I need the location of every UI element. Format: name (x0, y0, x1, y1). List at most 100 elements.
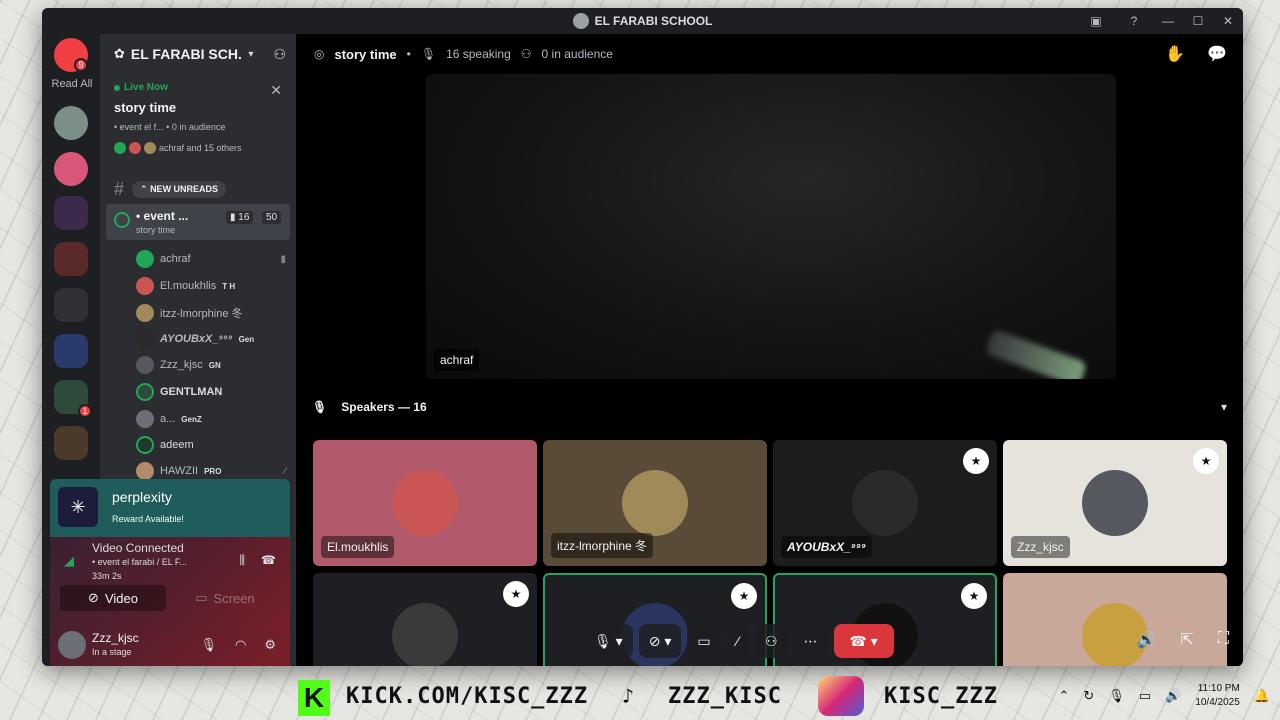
member-itzz-lmorphine[interactable]: itzz-lmorphine 冬 (136, 302, 286, 324)
voice-connected-panel: ◢ Video Connected • event el farabi / EL… (50, 537, 290, 631)
member-ayoubxx[interactable]: AYOUBxX_⁹⁹⁹ Gen (136, 328, 286, 350)
channel-name: • event ... (136, 209, 189, 223)
screen-share-button[interactable]: ▭ Screen (172, 585, 278, 611)
instagram-handle: KISC_ZZZ (884, 684, 998, 709)
live-now-label: Live Now (114, 82, 168, 93)
perplexity-title: perplexity (112, 489, 172, 505)
active-stage-channel[interactable]: • event ... story time ▮ 16 50 (106, 204, 290, 240)
camera-toggle[interactable]: ⊘ ▾ (638, 624, 682, 658)
gear-icon[interactable]: ⚙ (264, 637, 276, 653)
avatar (136, 410, 154, 428)
maximize-button[interactable]: ☐ (1183, 8, 1213, 34)
mic-icon[interactable]: 🎙 (1108, 688, 1125, 704)
disconnect-icon[interactable]: ☎ (261, 553, 276, 568)
close-icon[interactable]: ✕ (270, 82, 282, 99)
server-header[interactable]: ✿ EL FARABI SCH... ▾ ⚇ (100, 34, 296, 74)
server-icon-pink[interactable] (54, 152, 88, 186)
tiktok-icon: ♪ (622, 684, 636, 708)
volume-icon[interactable]: 🔊 (1136, 630, 1156, 650)
headphones-icon[interactable]: ◠ (235, 637, 246, 653)
inbox-icon[interactable]: ▣ (1077, 8, 1115, 34)
more-options-icon[interactable]: ⋯ (793, 624, 828, 658)
tiktok-handle: ZZZ_KISC (668, 684, 782, 709)
volume-icon[interactable]: 🔊 (1165, 688, 1181, 704)
member-gentlman[interactable]: GENTLMAN (136, 381, 286, 403)
minimize-button[interactable]: — (1153, 8, 1183, 34)
noise-suppression-icon[interactable]: ⫼ (240, 553, 246, 568)
chevron-up-icon[interactable]: ⌃ (1059, 688, 1070, 704)
popout-icon[interactable]: ⇱ (1180, 630, 1193, 650)
server-folder-6[interactable] (54, 426, 88, 460)
audience-count: 0 in audience (541, 47, 613, 61)
notification-icon[interactable]: 🔔 (1254, 688, 1270, 704)
member-achraf[interactable]: achraf ▮ (136, 248, 286, 270)
server-folder-1[interactable] (54, 196, 88, 230)
avatar (136, 277, 154, 295)
member-adeem[interactable]: adeem (136, 434, 286, 456)
avatar (136, 356, 154, 374)
tile-name: El.moukhlis (321, 536, 395, 558)
video-button[interactable]: ⊘ Video (60, 585, 166, 611)
server-folder-2[interactable] (54, 242, 88, 276)
live-meta: • event el f... • 0 in audience (114, 122, 226, 132)
avatar (136, 330, 154, 348)
voice-channel[interactable]: • event el farabi / EL F... (92, 557, 187, 567)
microphone-icon[interactable]: 🎙 (200, 637, 217, 653)
speaker-tile[interactable]: El.moukhlis (313, 440, 537, 566)
member-el-moukhlis[interactable]: El.moukhlis T H (136, 275, 286, 297)
tile-name: Zzz_kjsc (1011, 536, 1070, 558)
stage-title: story time (334, 46, 397, 62)
live-stage-card[interactable]: Live Now ✕ story time • event el f... • … (106, 76, 290, 172)
activities-icon[interactable]: ⁄ (726, 624, 749, 658)
member-a[interactable]: a... GenZ (136, 408, 286, 430)
video-count: ▮ 16 (226, 211, 254, 224)
signal-icon[interactable]: ◢ (64, 553, 74, 569)
server-folder-4[interactable] (54, 334, 88, 368)
avatar[interactable] (58, 631, 86, 659)
kick-logo-icon: K (298, 680, 330, 716)
screen-share-button[interactable]: ▭ (687, 624, 721, 658)
live-dot-icon (114, 84, 120, 91)
perplexity-reward-banner[interactable]: ✳ perplexity Reward Available! (50, 479, 290, 537)
user-name[interactable]: Zzz_kjsc (92, 631, 139, 645)
perplexity-logo-icon: ✳ (58, 487, 98, 527)
server-folder-3[interactable] (54, 288, 88, 322)
speaker-tile[interactable]: itzz-lmorphine 冬 (543, 440, 767, 566)
mic-icon: 🎙 (312, 400, 328, 414)
featured-video[interactable]: achraf (426, 74, 1116, 379)
kick-handle: KICK.COM/KISC_ZZZ (346, 684, 589, 709)
chat-icon[interactable]: 💬 (1207, 44, 1227, 64)
stage-icon (114, 212, 130, 228)
network-icon[interactable]: ▭ (1139, 688, 1151, 704)
close-button[interactable]: ✕ (1213, 8, 1243, 34)
speaker-tile[interactable] (1003, 573, 1227, 666)
help-icon[interactable]: ? (1115, 8, 1153, 34)
voice-status[interactable]: Video Connected (92, 541, 184, 555)
live-people: achraf and 15 others (114, 142, 242, 154)
avatar (136, 250, 154, 268)
clock[interactable]: 11:10 PM 10/4/2025 (1195, 682, 1240, 710)
avatar (622, 470, 688, 536)
stage-main: ◎ story time • 🎙 16 speaking ⚇ 0 in audi… (296, 34, 1243, 666)
video-glow (984, 328, 1088, 379)
leave-stage-button[interactable]: ☎ ▾ (833, 624, 894, 658)
microphone-toggle[interactable]: 🎙 ▾ (584, 624, 633, 658)
speakers-header[interactable]: 🎙 Speakers — 16 (312, 400, 427, 414)
voice-elapsed-time: 33m 2s (92, 571, 122, 581)
move-to-audience-icon[interactable]: ⚇ (754, 624, 788, 658)
member-zzz-kjsc[interactable]: Zzz_kjsc GN (136, 354, 286, 376)
read-all-label[interactable]: Read All (48, 78, 96, 90)
speaker-tile[interactable]: ★ (313, 573, 537, 666)
sync-icon[interactable]: ↻ (1083, 688, 1094, 704)
tile-name: AYOUBxX_⁹⁹⁹ (781, 536, 873, 558)
server-icon-school[interactable] (54, 106, 88, 140)
new-unreads-pill[interactable]: ⌃ NEW UNREADS (132, 180, 227, 198)
chevron-down-icon[interactable]: ▾ (1221, 400, 1227, 414)
speaker-tile[interactable]: ★ Zzz_kjsc (1003, 440, 1227, 566)
raise-hand-icon[interactable]: ✋ (1165, 44, 1185, 64)
invite-icon[interactable]: ⚇ (273, 46, 286, 63)
fullscreen-icon[interactable]: ⛶ (1218, 630, 1229, 650)
user-status: In a stage (92, 647, 132, 657)
stage-header: ◎ story time • 🎙 16 speaking ⚇ 0 in audi… (314, 44, 1227, 64)
speaker-tile[interactable]: ★ AYOUBxX_⁹⁹⁹ (773, 440, 997, 566)
